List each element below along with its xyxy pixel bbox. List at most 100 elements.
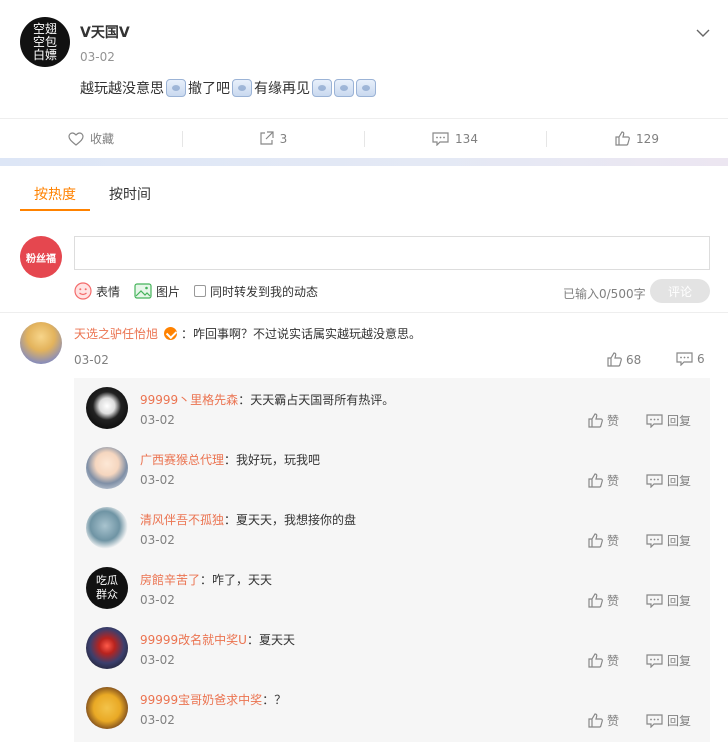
divider — [0, 312, 728, 313]
author-name[interactable]: V天国V — [80, 22, 130, 42]
reply-reply-label: 回复 — [667, 594, 692, 608]
comment-avatar[interactable] — [20, 322, 62, 364]
reply-like-button[interactable]: 赞 — [588, 412, 619, 429]
reply-text: ：？ — [262, 693, 287, 707]
comment-icon — [646, 533, 663, 548]
post-text-part-2: 撤了吧 — [188, 81, 230, 97]
reply-reply-button[interactable]: 回复 — [646, 652, 691, 669]
like-button[interactable]: 129 — [546, 119, 728, 158]
thumbs-up-icon — [588, 653, 603, 668]
reply-avatar[interactable] — [86, 687, 128, 729]
thumbs-up-icon — [607, 352, 622, 367]
comment-nick[interactable]: 天选之驴任怡旭 — [74, 325, 158, 342]
comment-line: 天选之驴任怡旭 ：咋回事啊？不过说实话属实越玩越没意思。 — [74, 325, 421, 342]
reply-like-button[interactable]: 赞 — [588, 472, 619, 489]
image-button[interactable]: 图片 — [134, 283, 180, 300]
smiley-icon — [74, 282, 92, 300]
reply-nick[interactable]: 99999宝哥奶爸求中奖 — [140, 693, 262, 707]
submit-comment-button[interactable]: 评论 — [650, 279, 710, 303]
reply-like-button[interactable]: 赞 — [588, 712, 619, 729]
reply-avatar[interactable] — [86, 507, 128, 549]
emoji-icon — [356, 79, 376, 97]
vip-badge-icon — [164, 327, 178, 340]
reply-line: 广西赛猴总代理：我好玩，玩我吧 — [140, 451, 320, 468]
reply-text: ：夏天天 — [246, 633, 295, 647]
comment-icon — [646, 473, 663, 488]
reply-like-button[interactable]: 赞 — [588, 532, 619, 549]
comment-date: 03-02 — [74, 353, 109, 367]
reply-line: 房館辛苦了：咋了，天天 — [140, 571, 272, 588]
author-avatar[interactable]: 空翅空包白嫖 — [20, 17, 70, 67]
reply-nick[interactable]: 房館辛苦了 — [140, 573, 200, 587]
comment-reply-count: 6 — [697, 352, 705, 366]
reply-reply-label: 回复 — [667, 534, 692, 548]
reply-reply-button[interactable]: 回复 — [646, 412, 691, 429]
reply-line: 清风伴吾不孤独：夏天天，我想接你的盘 — [140, 511, 356, 528]
comment-count: 134 — [455, 131, 478, 146]
share-icon — [260, 131, 274, 145]
section-band — [0, 158, 728, 166]
reply-like-label: 赞 — [607, 414, 620, 428]
reply-avatar[interactable] — [86, 387, 128, 429]
post-date[interactable]: 03-02 — [80, 50, 115, 64]
favorite-button[interactable]: 收藏 — [0, 119, 182, 158]
reply-text: ：咋了，天天 — [200, 573, 273, 587]
character-counter: 已输入0/500字 — [563, 287, 646, 301]
reply-date: 03-02 — [140, 413, 175, 427]
checkbox-icon[interactable] — [194, 285, 207, 297]
comment-input[interactable] — [74, 236, 710, 270]
tab-time[interactable]: 按时间 — [109, 184, 151, 204]
reply-reply-button[interactable]: 回复 — [646, 712, 691, 729]
reply-line: 99999丶里格先森：天天霸占天国哥所有热评。 — [140, 391, 394, 408]
post-text: 越玩越没意思 撤了吧 有缘再见 — [80, 78, 376, 98]
comment-reply-button[interactable]: 6 — [676, 352, 705, 366]
reply-text: ：夏天天，我想接你的盘 — [224, 513, 357, 527]
reply-item: 99999宝哥奶爸求中奖：？ 03-02 赞 回复 — [74, 678, 710, 738]
reply-date: 03-02 — [140, 473, 175, 487]
reply-like-button[interactable]: 赞 — [588, 652, 619, 669]
reply-reply-label: 回复 — [667, 654, 692, 668]
reply-nick[interactable]: 99999改名就中奖U — [140, 633, 247, 647]
comment-icon — [646, 713, 663, 728]
reply-date: 03-02 — [140, 533, 175, 547]
thumbs-up-icon — [588, 473, 603, 488]
reply-avatar[interactable]: 吃瓜群众 — [86, 567, 128, 609]
tab-hot[interactable]: 按热度 — [34, 184, 76, 204]
reply-list: 99999丶里格先森：天天霸占天国哥所有热评。 03-02 赞 回复 广西赛猴总… — [74, 378, 710, 742]
reply-like-button[interactable]: 赞 — [588, 592, 619, 609]
reply-reply-label: 回复 — [667, 474, 692, 488]
chevron-down-icon[interactable] — [696, 26, 710, 40]
reply-like-label: 赞 — [607, 474, 620, 488]
reply-nick[interactable]: 广西赛猴总代理 — [140, 453, 224, 467]
reply-item: 清风伴吾不孤独：夏天天，我想接你的盘 03-02 赞 回复 — [74, 498, 710, 558]
reply-avatar[interactable] — [86, 447, 128, 489]
reply-like-label: 赞 — [607, 534, 620, 548]
reply-date: 03-02 — [140, 653, 175, 667]
repost-button[interactable]: 3 — [182, 119, 364, 158]
reply-date: 03-02 — [140, 713, 175, 727]
emoji-label: 表情 — [96, 284, 121, 299]
reply-reply-button[interactable]: 回复 — [646, 592, 691, 609]
comment-like-button[interactable]: 68 — [607, 352, 641, 367]
reply-date: 03-02 — [140, 593, 175, 607]
forward-checkbox[interactable]: 同时转发到我的动态 — [194, 283, 318, 300]
reply-reply-button[interactable]: 回复 — [646, 472, 691, 489]
reply-avatar[interactable] — [86, 627, 128, 669]
reply-item: 99999改名就中奖U：夏天天 03-02 赞 回复 — [74, 618, 710, 678]
reply-nick[interactable]: 清风伴吾不孤独 — [140, 513, 224, 527]
comment-icon — [676, 352, 693, 366]
post-action-bar: 收藏 3 134 129 — [0, 118, 728, 158]
reply-nick[interactable]: 99999丶里格先森 — [140, 393, 238, 407]
emoji-button[interactable]: 表情 — [74, 282, 120, 300]
reply-reply-label: 回复 — [667, 714, 692, 728]
comment-button[interactable]: 134 — [364, 119, 546, 158]
comment-like-count: 68 — [626, 352, 642, 367]
reply-like-label: 赞 — [607, 654, 620, 668]
reply-reply-button[interactable]: 回复 — [646, 532, 691, 549]
image-icon — [134, 283, 152, 299]
reply-like-label: 赞 — [607, 714, 620, 728]
repost-count: 3 — [279, 131, 288, 146]
current-user-avatar[interactable]: 粉丝福 — [20, 236, 62, 278]
reply-like-label: 赞 — [607, 594, 620, 608]
post-text-part-1: 越玩越没意思 — [80, 81, 164, 97]
